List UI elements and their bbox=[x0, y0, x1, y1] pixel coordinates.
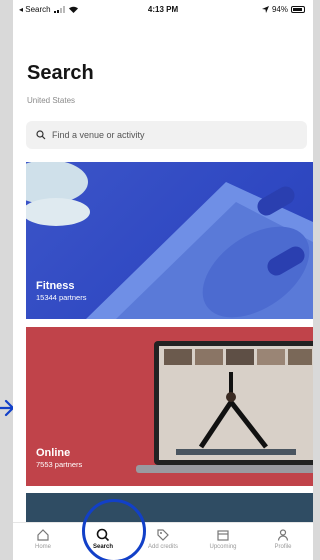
tab-label: Add credits bbox=[147, 544, 178, 550]
home-icon bbox=[37, 529, 49, 541]
search-tab-highlight bbox=[82, 499, 146, 560]
battery-percent: 94% bbox=[271, 5, 288, 14]
search-icon bbox=[36, 130, 46, 140]
calendar-icon bbox=[217, 530, 229, 541]
location-subtitle[interactable]: United States bbox=[27, 96, 75, 105]
tag-icon bbox=[157, 529, 169, 541]
tab-upcoming[interactable]: Upcoming bbox=[193, 523, 253, 560]
category-card-online[interactable]: Online 7553 partners bbox=[26, 327, 313, 486]
location-icon bbox=[261, 6, 269, 13]
battery-icon bbox=[291, 6, 305, 13]
tab-label: Upcoming bbox=[209, 544, 237, 550]
status-bar: ◂ Search 4:13 PM 94% bbox=[13, 0, 313, 20]
category-name: Online bbox=[36, 447, 71, 459]
search-input[interactable] bbox=[52, 130, 272, 140]
page-title: Search bbox=[27, 62, 94, 84]
tab-home[interactable]: Home bbox=[13, 523, 73, 560]
category-name: Fitness bbox=[36, 280, 75, 292]
online-label: Online 7553 partners bbox=[36, 447, 82, 469]
search-bar[interactable] bbox=[26, 121, 307, 149]
tab-profile[interactable]: Profile bbox=[253, 523, 313, 560]
person-icon bbox=[277, 529, 289, 541]
bottom-tab-bar: Home Search Add credits Upcoming Profile bbox=[13, 522, 313, 560]
partner-count: 15344 partners bbox=[36, 293, 87, 302]
fitness-label: Fitness 15344 partners bbox=[36, 280, 86, 302]
partner-count: 7553 partners bbox=[36, 460, 83, 469]
tab-label: Home bbox=[34, 544, 51, 550]
phone-screen: ◂ Search 4:13 PM 94% Search United State… bbox=[13, 0, 313, 560]
tab-label: Profile bbox=[274, 544, 292, 550]
category-card-fitness[interactable]: Fitness 15344 partners bbox=[26, 162, 313, 319]
